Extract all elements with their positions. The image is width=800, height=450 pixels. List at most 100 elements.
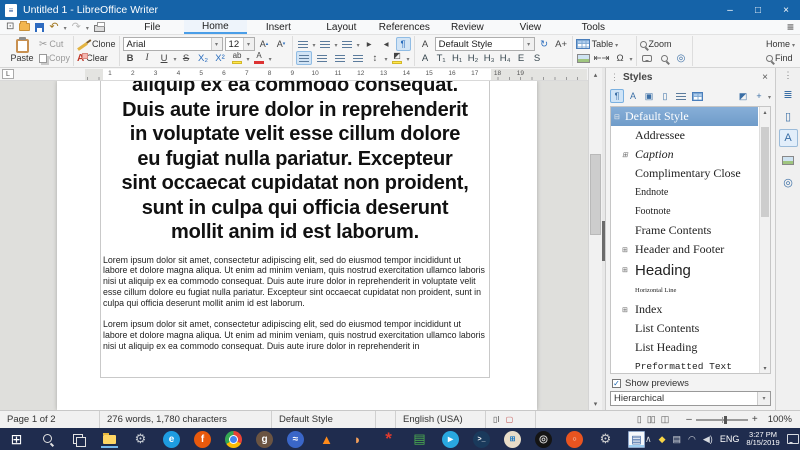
font-color-button[interactable]: A <box>252 51 267 65</box>
insert-image-button[interactable] <box>576 51 591 65</box>
find-button[interactable]: Find <box>766 51 795 65</box>
writer-app-icon[interactable]: ▤ <box>628 431 645 448</box>
hamburger-menu-icon[interactable]: ≡ <box>787 20 794 34</box>
page-break-button[interactable]: ⇤⇥ <box>593 51 611 65</box>
edge-icon[interactable]: e <box>163 431 180 448</box>
update-style-button[interactable]: ↻ <box>537 37 552 51</box>
navigator-tab-icon[interactable]: ◎ <box>779 173 798 191</box>
style-item-list-heading[interactable]: List Heading <box>611 338 758 357</box>
taskbar-clock[interactable]: 3:27 PM 8/15/2019 <box>746 431 779 448</box>
tab-home[interactable]: Home <box>184 20 247 34</box>
overwrite-mode-icon[interactable]: ▯I <box>493 415 500 424</box>
line-spacing-dropdown[interactable] <box>385 53 388 64</box>
style-item-default-style[interactable]: ⊟Default Style <box>611 107 758 126</box>
strong-emphasis-style-button[interactable]: S <box>530 52 545 65</box>
navigator-button[interactable]: ◎ <box>674 51 689 65</box>
wifi-icon[interactable]: ◠ <box>688 434 696 445</box>
powershell-icon[interactable]: >_ <box>473 431 490 448</box>
horizontal-ruler[interactable]: L 12345678910111213141516171819 <box>0 68 588 81</box>
heading3-style-button[interactable]: H₃ <box>482 52 497 65</box>
underline-button[interactable]: U <box>157 51 172 65</box>
strikethrough-button[interactable]: S <box>179 51 194 65</box>
scroll-up-arrow[interactable]: ▴ <box>589 68 602 81</box>
close-button[interactable]: × <box>772 0 800 20</box>
decrease-indent-button[interactable]: ◂ <box>379 37 394 51</box>
layout-switcher-dropdown[interactable] <box>792 39 795 50</box>
style-item-header-and-footer[interactable]: ⊞Header and Footer <box>611 240 758 259</box>
subscript-button[interactable]: X₂ <box>196 51 211 65</box>
list-scrollbar-thumb[interactable] <box>761 127 769 217</box>
font-color-dropdown[interactable] <box>269 53 272 64</box>
zoom-slider-thumb[interactable] <box>724 416 727 424</box>
font-size-combobox[interactable]: 12 <box>225 37 255 51</box>
style-item-complimentary-close[interactable]: Complimentary Close <box>611 164 758 183</box>
redo-button[interactable]: ↷ <box>72 21 81 33</box>
superscript-button[interactable]: X² <box>213 51 228 65</box>
selection-mode-icon[interactable]: ▢ <box>506 415 514 424</box>
vlc-icon[interactable]: ▲ <box>318 431 335 448</box>
media-app-icon[interactable]: ≈ <box>287 431 304 448</box>
numbered-list-dropdown[interactable] <box>335 39 338 50</box>
undo-button[interactable]: ↶ <box>49 21 58 33</box>
clone-formatting-button[interactable]: Clone <box>77 37 116 51</box>
paragraph-background-dropdown[interactable] <box>407 53 410 64</box>
highlight-color-button[interactable]: ab <box>230 51 245 65</box>
style-filter-dropdown[interactable]: Hierarchical <box>610 391 771 406</box>
formatting-marks-button[interactable]: ¶ <box>396 37 411 51</box>
maximize-button[interactable]: □ <box>744 0 772 20</box>
defender-shield-icon[interactable]: ◆ <box>659 434 666 445</box>
bullet-list-button[interactable] <box>296 37 311 51</box>
style-dropdown[interactable] <box>523 38 534 50</box>
gimp-icon[interactable]: g <box>256 431 273 448</box>
paint-splat-app-icon[interactable]: * <box>380 431 397 448</box>
list-scroll-down-arrow[interactable]: ▾ <box>760 363 770 373</box>
emphasis-style-button[interactable]: E <box>514 52 529 65</box>
sidebar-splitter[interactable] <box>602 68 605 410</box>
bold-button[interactable]: B <box>123 51 138 65</box>
layout-switcher[interactable]: Home <box>766 37 795 51</box>
numbered-list-button[interactable] <box>318 37 333 51</box>
tray-chevron-icon[interactable]: ∧ <box>645 434 652 445</box>
list-scroll-up-arrow[interactable]: ▴ <box>760 107 770 117</box>
insert-table-button[interactable]: Table <box>576 37 633 51</box>
zoom-out-icon[interactable]: – <box>686 414 692 425</box>
tab-view[interactable]: View <box>499 20 562 34</box>
clear-formatting-button[interactable]: A Clear <box>77 51 116 65</box>
task-view-icon[interactable] <box>70 431 87 448</box>
tab-layout[interactable]: Layout <box>310 20 373 34</box>
special-character-dropdown[interactable] <box>630 53 633 64</box>
grow-font-button[interactable]: A▴ <box>257 37 272 51</box>
fill-format-icon[interactable]: ◩ <box>736 89 750 103</box>
font-name-combobox[interactable]: Arial <box>123 37 223 51</box>
book-view-icon[interactable]: ◫ <box>661 414 669 425</box>
styles-action-dropdown[interactable] <box>768 91 771 102</box>
insert-comment-button[interactable] <box>640 51 655 65</box>
no-character-style-button[interactable]: A <box>418 52 433 65</box>
undo-dropdown[interactable] <box>64 22 67 33</box>
redo-dropdown[interactable] <box>86 22 89 33</box>
heading1-style-button[interactable]: H₁ <box>450 52 465 65</box>
document-page[interactable]: aliquip ex ea commodo consequat.Duis aut… <box>57 81 537 410</box>
language-status[interactable]: English (USA) <box>396 411 486 428</box>
tab-insert[interactable]: Insert <box>247 20 310 34</box>
style-item-caption[interactable]: ⊞Caption <box>611 145 758 164</box>
character-styles-icon[interactable]: A <box>626 89 640 103</box>
justify-button[interactable] <box>350 51 366 65</box>
special-character-button[interactable]: Ω <box>613 51 628 65</box>
table-dropdown[interactable] <box>615 39 618 50</box>
style-item-endnote[interactable]: Endnote <box>611 183 758 202</box>
volume-icon[interactable]: ◀) <box>703 434 713 445</box>
align-left-button[interactable] <box>296 51 312 65</box>
word-count-status[interactable]: 276 words, 1,780 characters <box>100 411 272 428</box>
style-item-index[interactable]: ⊞Index <box>611 300 758 319</box>
open-icon[interactable] <box>19 23 30 31</box>
styles-list-scrollbar[interactable]: ▴ ▾ <box>759 107 770 373</box>
style-item-footnote[interactable]: Footnote <box>611 202 758 221</box>
tab-stop-selector[interactable]: L <box>2 69 14 79</box>
filter-dropdown-arrow[interactable] <box>757 392 770 405</box>
document-canvas[interactable]: aliquip ex ea commodo consequat.Duis aut… <box>0 81 588 410</box>
styles-close-icon[interactable]: × <box>759 72 771 83</box>
orange-swoosh-app-icon[interactable]: ◗ <box>349 431 366 448</box>
tab-review[interactable]: Review <box>436 20 499 34</box>
gallery-tab-icon[interactable] <box>779 151 798 169</box>
